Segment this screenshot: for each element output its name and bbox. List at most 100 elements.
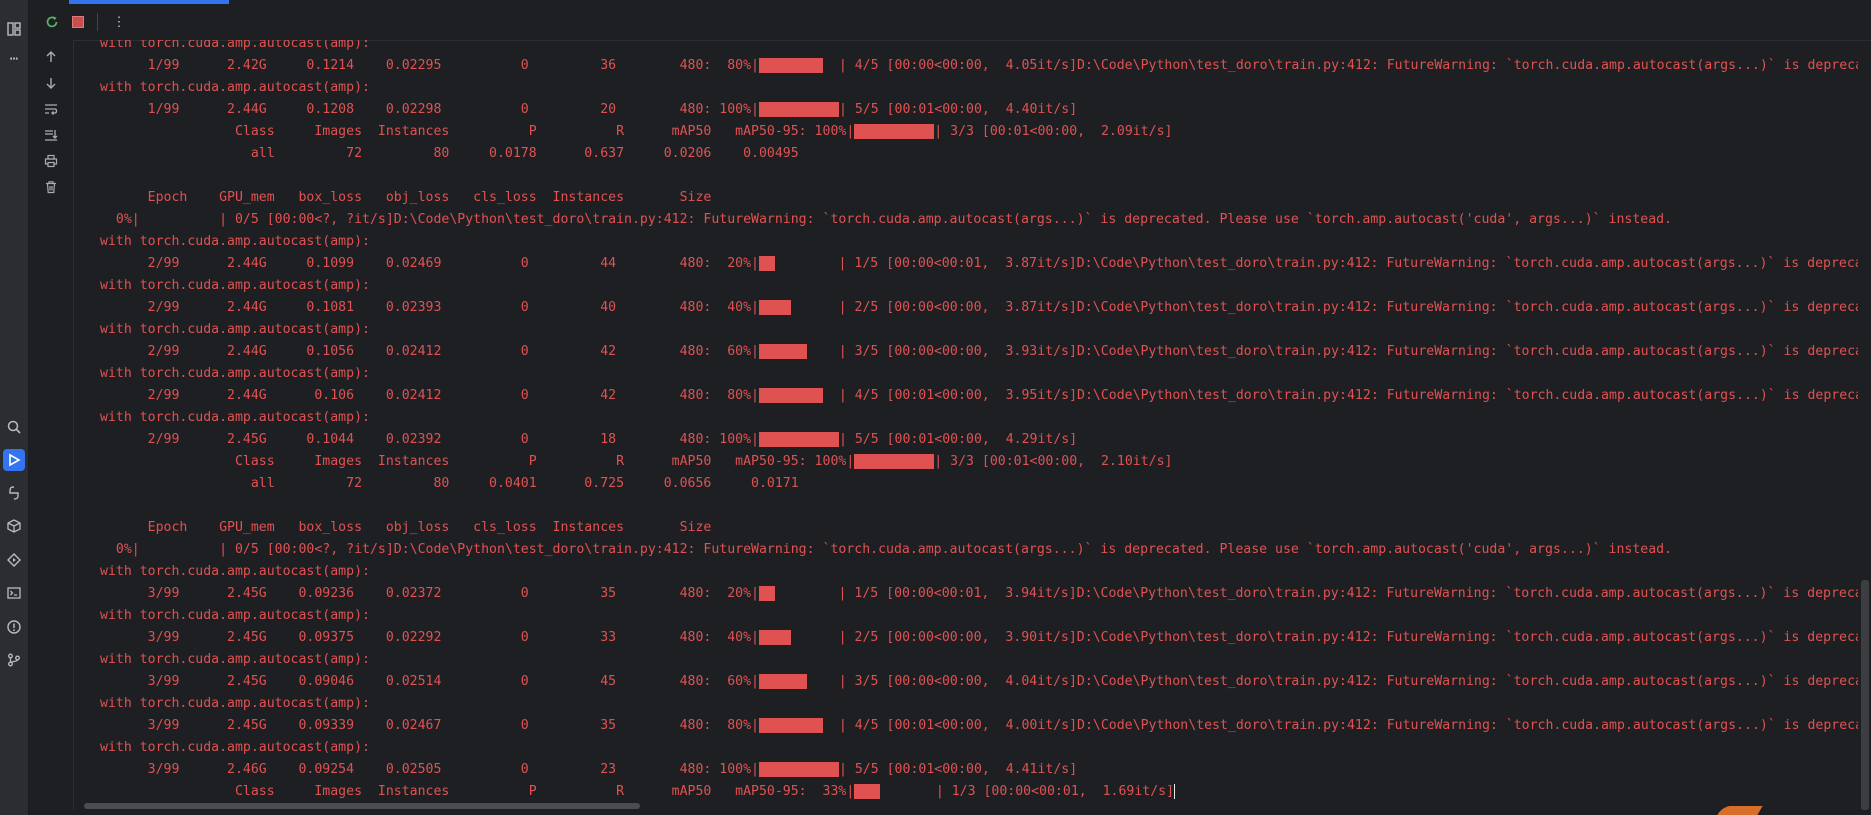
console-line: with torch.cuda.amp.autocast(amp):: [100, 407, 370, 429]
soft-wrap-icon[interactable]: [43, 101, 59, 117]
progress-bar-fill: [758, 299, 791, 315]
console-line: 1/99 2.44G 0.1208 0.02298 0 20 480: 100%…: [100, 99, 1077, 121]
horizontal-scrollbar[interactable]: [74, 802, 1858, 810]
progress-bar-fill: [758, 255, 775, 271]
console-line-text: 2/99 2.44G 0.1099 0.02469 0 44 480: 20%|: [100, 256, 759, 271]
console-line: with torch.cuda.amp.autocast(amp):: [100, 363, 370, 385]
python-console-icon[interactable]: [3, 482, 25, 504]
console-line-text: Epoch GPU_mem box_loss obj_loss cls_loss…: [100, 190, 712, 205]
console-line: 2/99 2.44G 0.1081 0.02393 0 40 480: 40%|…: [100, 297, 1858, 319]
console-line: 3/99 2.45G 0.09046 0.02514 0 45 480: 60%…: [100, 671, 1858, 693]
console-line-text: Class Images Instances P R mAP50 mAP50-9…: [100, 454, 855, 469]
console-line-text: with torch.cuda.amp.autocast(amp):: [100, 80, 370, 95]
progress-bar-fill: [758, 343, 807, 359]
console-line-suffix: | 4/5 [00:00<00:00, 4.05it/s]D:\Code\Pyt…: [822, 58, 1858, 73]
scroll-down-icon[interactable]: [43, 75, 59, 91]
progress-bar-fill: [758, 673, 807, 689]
console-line-text: all 72 80 0.0178 0.637 0.0206 0.00495: [100, 146, 799, 161]
console-line-suffix: | 1/3 [00:00<00:01, 1.69it/s]: [880, 784, 1175, 799]
console-line: with torch.cuda.amp.autocast(amp):: [100, 605, 370, 627]
console-line-text: with torch.cuda.amp.autocast(amp):: [100, 740, 370, 755]
structure-icon[interactable]: [3, 18, 25, 40]
console-line-suffix: | 1/5 [00:00<00:01, 3.94it/s]D:\Code\Pyt…: [774, 586, 1859, 601]
rerun-icon[interactable]: [44, 14, 60, 30]
progress-bar-fill: [854, 453, 935, 469]
console-line-text: Epoch GPU_mem box_loss obj_loss cls_loss…: [100, 520, 712, 535]
console-line-text: with torch.cuda.amp.autocast(amp):: [100, 40, 370, 51]
progress-bar-fill: [758, 387, 823, 403]
progress-bar-fill: [854, 123, 935, 139]
console-line-text: Class Images Instances P R mAP50 mAP50-9…: [100, 124, 855, 139]
text-cursor: [1174, 783, 1176, 799]
stop-icon[interactable]: [70, 14, 86, 30]
problems-icon[interactable]: [3, 616, 25, 638]
vertical-scrollbar-thumb[interactable]: [1861, 580, 1869, 810]
console-line: 3/99 2.45G 0.09375 0.02292 0 33 480: 40%…: [100, 627, 1858, 649]
console-line-text: 1/99 2.44G 0.1208 0.02298 0 20 480: 100%…: [100, 102, 759, 117]
run-toolbar: ⋮: [29, 0, 1871, 41]
console-line-text: with torch.cuda.amp.autocast(amp):: [100, 366, 370, 381]
clear-all-icon[interactable]: [43, 179, 59, 195]
console-line-suffix: | 5/5 [00:01<00:00, 4.41it/s]: [838, 762, 1078, 777]
console-line-text: with torch.cuda.amp.autocast(amp):: [100, 652, 370, 667]
left-tool-window-bar: ⋯: [0, 0, 29, 815]
toolbar-separator: [97, 13, 98, 31]
console-line-text: Class Images Instances P R mAP50 mAP50-9…: [100, 784, 855, 799]
print-icon[interactable]: [43, 153, 59, 169]
console-line: with torch.cuda.amp.autocast(amp):: [100, 319, 370, 341]
progress-bar-fill: [758, 57, 823, 73]
python-packages-icon[interactable]: [3, 515, 25, 537]
progress-bar-fill: [854, 783, 881, 799]
progress-bar-fill: [758, 431, 839, 447]
console-line-text: 3/99 2.45G 0.09236 0.02372 0 35 480: 20%…: [100, 586, 759, 601]
git-icon[interactable]: [3, 649, 25, 671]
progress-bar-fill: [758, 101, 839, 117]
console-line: with torch.cuda.amp.autocast(amp):: [100, 231, 370, 253]
console-line: with torch.cuda.amp.autocast(amp):: [100, 40, 370, 55]
console-line: Class Images Instances P R mAP50 mAP50-9…: [100, 121, 1172, 143]
progress-bar-fill: [758, 585, 775, 601]
scroll-to-end-icon[interactable]: [43, 127, 59, 143]
console-line-text: 2/99 2.44G 0.1081 0.02393 0 40 480: 40%|: [100, 300, 759, 315]
console-line-text: 2/99 2.45G 0.1044 0.02392 0 18 480: 100%…: [100, 432, 759, 447]
search-icon[interactable]: [3, 416, 25, 438]
console-line: Epoch GPU_mem box_loss obj_loss cls_loss…: [100, 187, 712, 209]
console-line-text: 0%| | 0/5 [00:00<?, ?it/s]D:\Code\Python…: [100, 212, 1673, 227]
console-line-text: with torch.cuda.amp.autocast(amp):: [100, 278, 370, 293]
console-line: 0%| | 0/5 [00:00<?, ?it/s]D:\Code\Python…: [100, 209, 1672, 231]
console-line-text: all 72 80 0.0401 0.725 0.0656 0.0171: [100, 476, 799, 491]
console-line: with torch.cuda.amp.autocast(amp):: [100, 649, 370, 671]
console-line-text: with torch.cuda.amp.autocast(amp):: [100, 410, 370, 425]
console-line-text: 1/99 2.42G 0.1214 0.02295 0 36 480: 80%|: [100, 58, 759, 73]
more-icon[interactable]: ⋯: [3, 48, 25, 70]
console-line-suffix: | 5/5 [00:01<00:00, 4.29it/s]: [838, 432, 1078, 447]
console-line-suffix: | 3/3 [00:01<00:00, 2.09it/s]: [934, 124, 1173, 139]
console-line: with torch.cuda.amp.autocast(amp):: [100, 275, 370, 297]
console-line-text: with torch.cuda.amp.autocast(amp):: [100, 322, 370, 337]
horizontal-scrollbar-thumb[interactable]: [84, 803, 640, 809]
console-line: 2/99 2.44G 0.106 0.02412 0 42 480: 80%| …: [100, 385, 1858, 407]
console-line: 2/99 2.44G 0.1099 0.02469 0 44 480: 20%|…: [100, 253, 1858, 275]
run-console-output[interactable]: with torch.cuda.amp.autocast(amp): 1/99 …: [74, 40, 1858, 802]
console-line: all 72 80 0.0178 0.637 0.0206 0.00495: [100, 143, 799, 165]
console-line-text: with torch.cuda.amp.autocast(amp):: [100, 696, 370, 711]
active-tab-indicator: [69, 0, 229, 4]
scroll-up-icon[interactable]: [43, 49, 59, 65]
console-line-suffix: | 1/5 [00:00<00:01, 3.87it/s]D:\Code\Pyt…: [774, 256, 1859, 271]
run-icon[interactable]: [3, 449, 25, 471]
console-line: with torch.cuda.amp.autocast(amp):: [100, 693, 370, 715]
console-line: with torch.cuda.amp.autocast(amp):: [100, 77, 370, 99]
terminal-icon[interactable]: [3, 582, 25, 604]
console-line: 2/99 2.45G 0.1044 0.02392 0 18 480: 100%…: [100, 429, 1077, 451]
console-line-text: 3/99 2.45G 0.09046 0.02514 0 45 480: 60%…: [100, 674, 759, 689]
services-icon[interactable]: [3, 549, 25, 571]
console-line-text: 3/99 2.45G 0.09339 0.02467 0 35 480: 80%…: [100, 718, 759, 733]
console-line: Epoch GPU_mem box_loss obj_loss cls_loss…: [100, 517, 712, 539]
console-line: with torch.cuda.amp.autocast(amp):: [100, 737, 370, 759]
console-line-suffix: | 3/5 [00:00<00:00, 4.04it/s]D:\Code\Pyt…: [806, 674, 1858, 689]
console-line: 3/99 2.46G 0.09254 0.02505 0 23 480: 100…: [100, 759, 1077, 781]
console-line-text: 0%| | 0/5 [00:00<?, ?it/s]D:\Code\Python…: [100, 542, 1673, 557]
more-options-icon[interactable]: ⋮: [111, 14, 127, 30]
console-line: 1/99 2.42G 0.1214 0.02295 0 36 480: 80%|…: [100, 55, 1858, 77]
console-line-suffix: | 3/5 [00:00<00:00, 3.93it/s]D:\Code\Pyt…: [806, 344, 1858, 359]
